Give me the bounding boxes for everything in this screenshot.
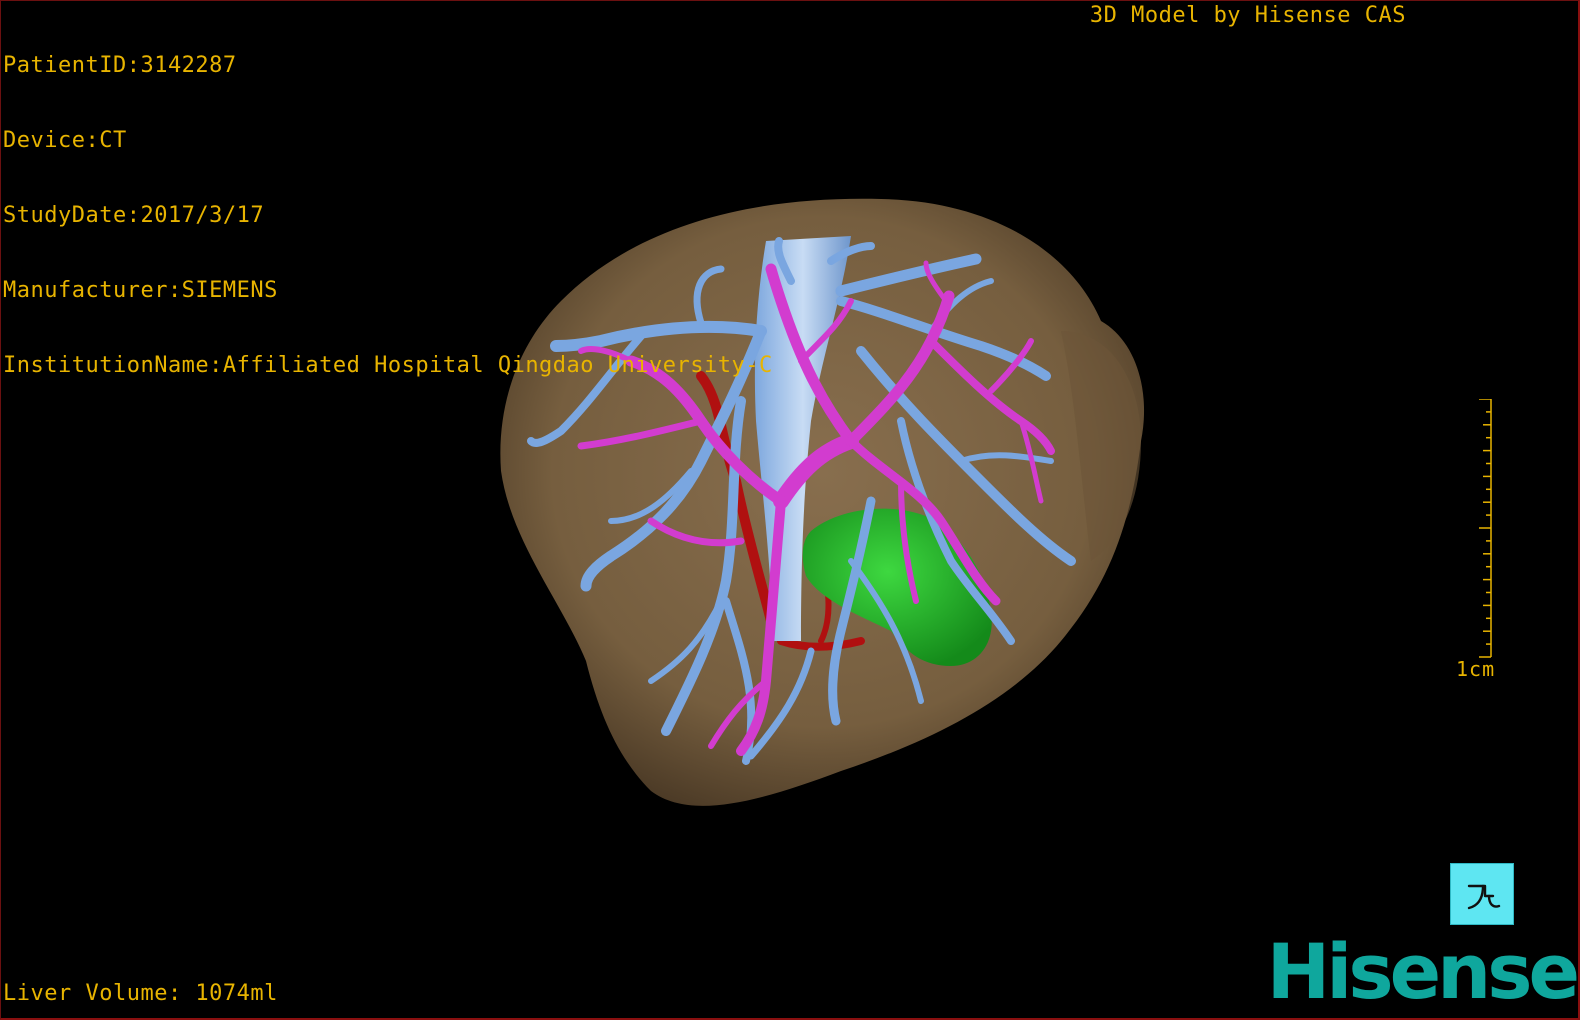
liver-volume: Liver Volume: 1074ml (3, 981, 278, 1006)
orientation-cube-icon (1467, 884, 1501, 910)
model-caption: 3D Model by Hisense CAS (1089, 3, 1406, 28)
scale-label: 1cm (1456, 657, 1496, 681)
manufacturer: Manufacturer:SIEMENS (3, 278, 278, 303)
institution-name: InstitutionName:Affiliated Hospital Qing… (3, 353, 773, 378)
hisense-logo: Hisense (1266, 927, 1578, 1016)
patient-id: PatientID:3142287 (3, 53, 237, 78)
orientation-cube-button[interactable] (1450, 863, 1514, 925)
3d-viewport[interactable]: PatientID:3142287 Device:CT StudyDate:20… (0, 0, 1580, 1020)
device: Device:CT (3, 128, 127, 153)
scale-bar (1479, 399, 1492, 658)
study-date: StudyDate:2017/3/17 (3, 203, 265, 228)
study-info-overlay: PatientID:3142287 Device:CT StudyDate:20… (3, 3, 773, 428)
